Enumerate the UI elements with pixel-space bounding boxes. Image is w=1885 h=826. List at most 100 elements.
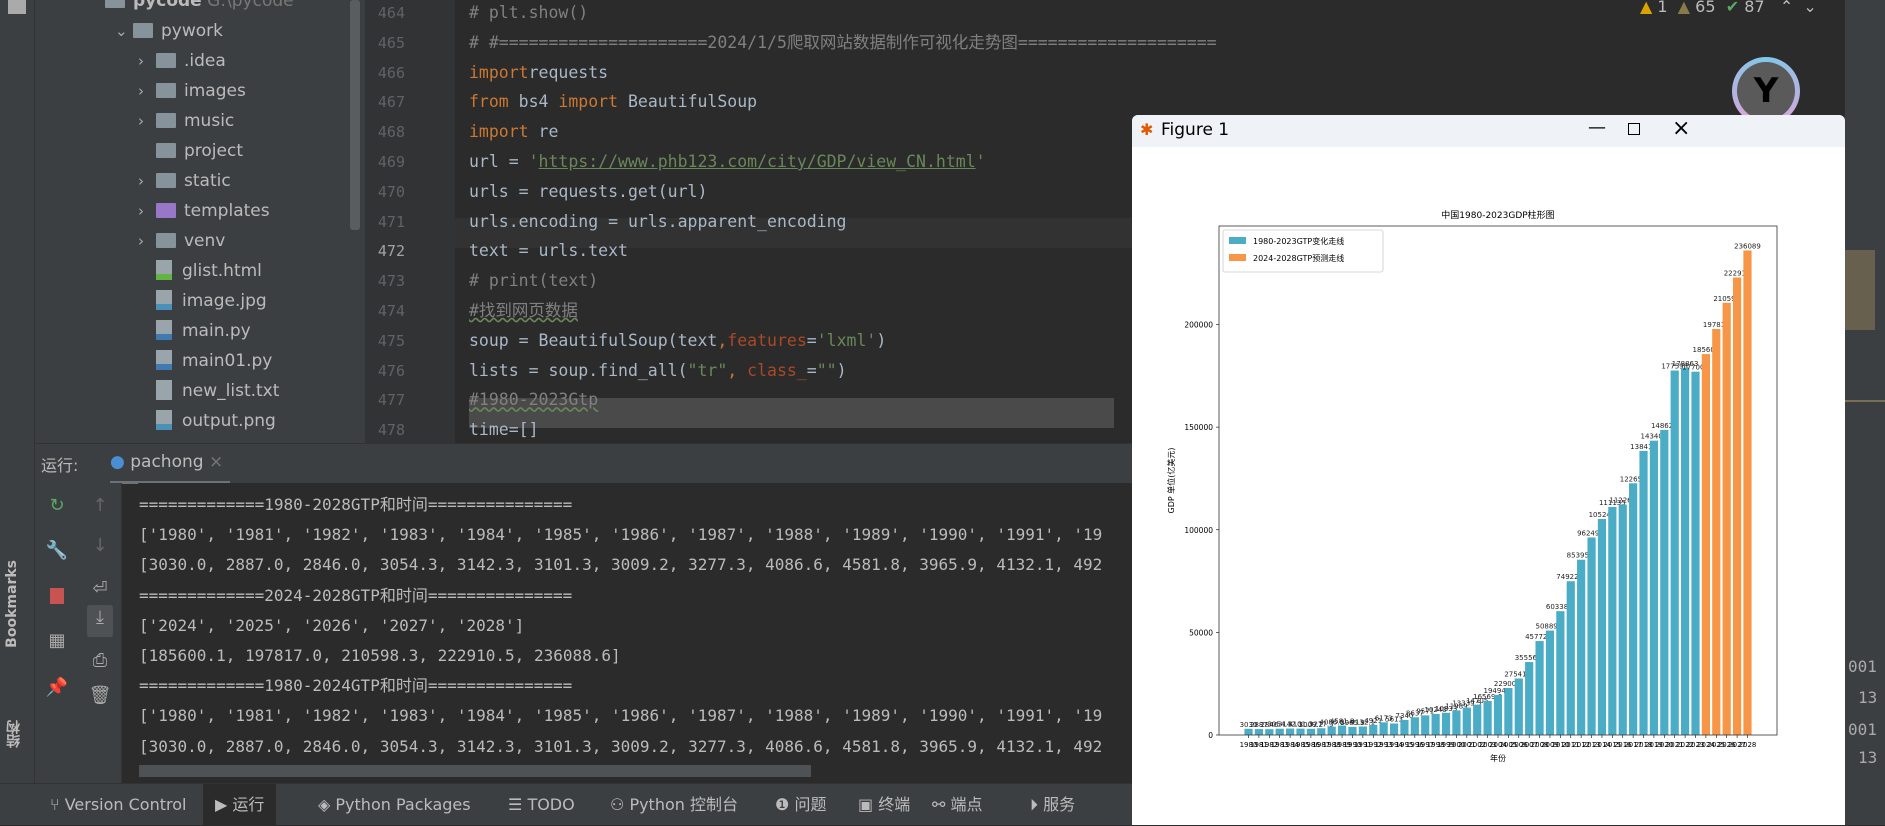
prev-highlight-icon[interactable]: ⌃ xyxy=(1780,0,1793,16)
y-tick-label: 150000 xyxy=(1184,423,1213,432)
code-line[interactable]: # print(text) xyxy=(469,266,598,296)
console-toolbar: ↑ ↓ ⏎ ⤓ ⎙ 🗑 xyxy=(78,483,122,783)
code-line[interactable]: time=[] xyxy=(469,415,539,443)
toolwindow-label: TODO xyxy=(527,795,575,814)
chevron-down-icon[interactable]: ⌄ xyxy=(115,16,133,46)
trash-icon[interactable]: 🗑 xyxy=(87,683,113,709)
layout-icon[interactable]: ▦ xyxy=(44,628,70,654)
up-arrow-icon[interactable]: ↑ xyxy=(87,493,113,519)
tree-item[interactable]: › .idea xyxy=(138,46,226,76)
tree-item-label: pywork xyxy=(161,21,223,41)
code-line[interactable]: importrequests xyxy=(469,58,608,88)
matplotlib-icon: ✱ xyxy=(1140,120,1154,139)
scroll-to-end-icon[interactable]: ⤓ xyxy=(87,605,113,637)
code-line[interactable]: lists = soup.find_all("tr", class_="") xyxy=(469,356,847,386)
toolwindow-button[interactable]: ⚇ Python 控制台 xyxy=(610,792,738,818)
code-line[interactable]: from bs4 import BeautifulSoup xyxy=(469,87,757,117)
toolwindow-button[interactable]: ☰ TODO xyxy=(508,792,575,818)
tree-item[interactable]: new_list.txt xyxy=(138,376,279,406)
chevron-right-icon[interactable]: › xyxy=(138,106,156,136)
bar xyxy=(1275,728,1284,735)
text-file-icon xyxy=(156,380,172,400)
tree-item[interactable]: › templates xyxy=(138,196,270,226)
toolwindow-button[interactable]: ◈ Python Packages xyxy=(318,792,471,818)
toolwindow-icon: ☰ xyxy=(508,795,523,814)
code-line[interactable]: urls = requests.get(url) xyxy=(469,177,707,207)
toolwindow-label: 问题 xyxy=(794,795,827,814)
stop-icon[interactable] xyxy=(44,583,70,609)
figure-title: Figure 1 xyxy=(1161,120,1230,140)
root-path: G:\pycode xyxy=(207,0,294,11)
project-icon[interactable] xyxy=(8,0,26,14)
toolwindow-button[interactable]: ⚯ 端点 xyxy=(932,792,983,818)
code-line[interactable]: urls.encoding = urls.apparent_encoding xyxy=(469,207,847,237)
tree-item[interactable]: image.jpg xyxy=(138,286,267,316)
pin-icon[interactable]: 📌 xyxy=(44,675,70,701)
code-line[interactable]: #1980-2023Gtp xyxy=(469,385,598,415)
tree-item[interactable]: main.py xyxy=(138,316,251,346)
bar xyxy=(1421,715,1430,735)
close-button[interactable]: × xyxy=(1672,116,1690,141)
bar xyxy=(1493,694,1503,735)
code-line[interactable]: #找到网页数据 xyxy=(469,296,578,326)
chevron-right-icon[interactable]: › xyxy=(138,76,156,106)
chevron-right-icon[interactable]: › xyxy=(138,196,156,226)
tab-pachong[interactable]: ● pachong × xyxy=(110,444,230,484)
toolwindow-button[interactable]: ⑂ Version Control xyxy=(50,792,186,818)
python-file-icon xyxy=(156,320,172,340)
tree-item[interactable]: ⌄ pywork xyxy=(115,16,223,46)
inspection-widget[interactable]: ▲ 1 ▲ 65 ✔ 87 ⌃ ⌄ xyxy=(1640,0,1845,16)
toolwindow-icon: ⑂ xyxy=(50,795,60,814)
chevron-right-icon[interactable]: › xyxy=(138,226,156,256)
tree-item[interactable]: glist.html xyxy=(138,256,262,286)
tree-item[interactable]: main01.py xyxy=(138,346,272,376)
console-line: =============1980-2024GTP和时间============… xyxy=(139,676,573,696)
folder-icon xyxy=(156,53,176,68)
bar xyxy=(1556,611,1565,735)
y-tick-label: 50000 xyxy=(1189,628,1213,637)
chevron-right-icon[interactable]: › xyxy=(138,46,156,76)
close-tab-icon[interactable]: × xyxy=(209,452,223,472)
toolwindow-button[interactable]: ⏵ 服务 xyxy=(1030,792,1075,818)
project-scrollbar[interactable] xyxy=(350,0,360,230)
maximize-button[interactable] xyxy=(1628,123,1640,135)
bookmarks-tab[interactable]: Bookmarks xyxy=(4,560,20,648)
toolwindow-button[interactable]: ▶ 运行 xyxy=(203,784,277,826)
soft-wrap-icon[interactable]: ⏎ xyxy=(87,576,113,602)
toolwindow-icon: ⏵ xyxy=(1030,795,1039,814)
tree-item[interactable]: output.png xyxy=(138,406,276,436)
rerun-icon[interactable]: ↻ xyxy=(44,493,70,519)
y-axis-label: GDP 单位(亿美元) xyxy=(1166,448,1176,514)
tree-item-label: music xyxy=(184,111,235,131)
down-arrow-icon[interactable]: ↓ xyxy=(87,533,113,559)
print-icon[interactable]: ⎙ xyxy=(87,648,113,674)
minimize-button[interactable]: — xyxy=(1588,117,1606,138)
tree-root[interactable]: pycode G:\pycode xyxy=(105,0,294,16)
code-line[interactable]: soup = BeautifulSoup(text,features='lxml… xyxy=(469,326,886,356)
code-line[interactable]: text = urls.text xyxy=(469,236,628,266)
console-fragment: 001 xyxy=(1848,657,1877,676)
chevron-right-icon[interactable]: › xyxy=(138,166,156,196)
code-line[interactable]: import re xyxy=(469,117,558,147)
y-tick-label: 0 xyxy=(1208,731,1213,740)
tree-item[interactable]: › static xyxy=(138,166,231,196)
toolwindow-button[interactable]: ❶ 问题 xyxy=(775,792,826,818)
toolwindow-label: 服务 xyxy=(1043,795,1076,814)
tree-item[interactable]: › music xyxy=(138,106,234,136)
structure-tab[interactable]: 结构 xyxy=(4,720,24,748)
code-line[interactable]: url = 'https://www.phb123.com/city/GDP/v… xyxy=(469,147,986,177)
console-horizontal-scrollbar[interactable] xyxy=(139,765,811,777)
typo-count: 87 xyxy=(1744,0,1765,16)
project-panel: pycode G:\pycode ⌄ pywork › .idea › images › mu… xyxy=(35,0,365,443)
code-line[interactable]: # plt.show() xyxy=(469,0,588,28)
marker xyxy=(1845,400,1885,402)
image-file-icon xyxy=(156,410,172,430)
wrench-icon[interactable]: 🔧 xyxy=(44,538,70,564)
tree-item[interactable]: project xyxy=(138,136,243,166)
toolwindow-button[interactable]: ▣ 终端 xyxy=(858,792,910,818)
tree-item[interactable]: › images xyxy=(138,76,246,106)
next-highlight-icon[interactable]: ⌄ xyxy=(1803,0,1816,16)
tree-item[interactable]: › venv xyxy=(138,226,225,256)
scroll-marker xyxy=(1845,250,1875,330)
code-line[interactable]: # #=====================2024/1/5爬取网站数据制作… xyxy=(469,28,1217,58)
